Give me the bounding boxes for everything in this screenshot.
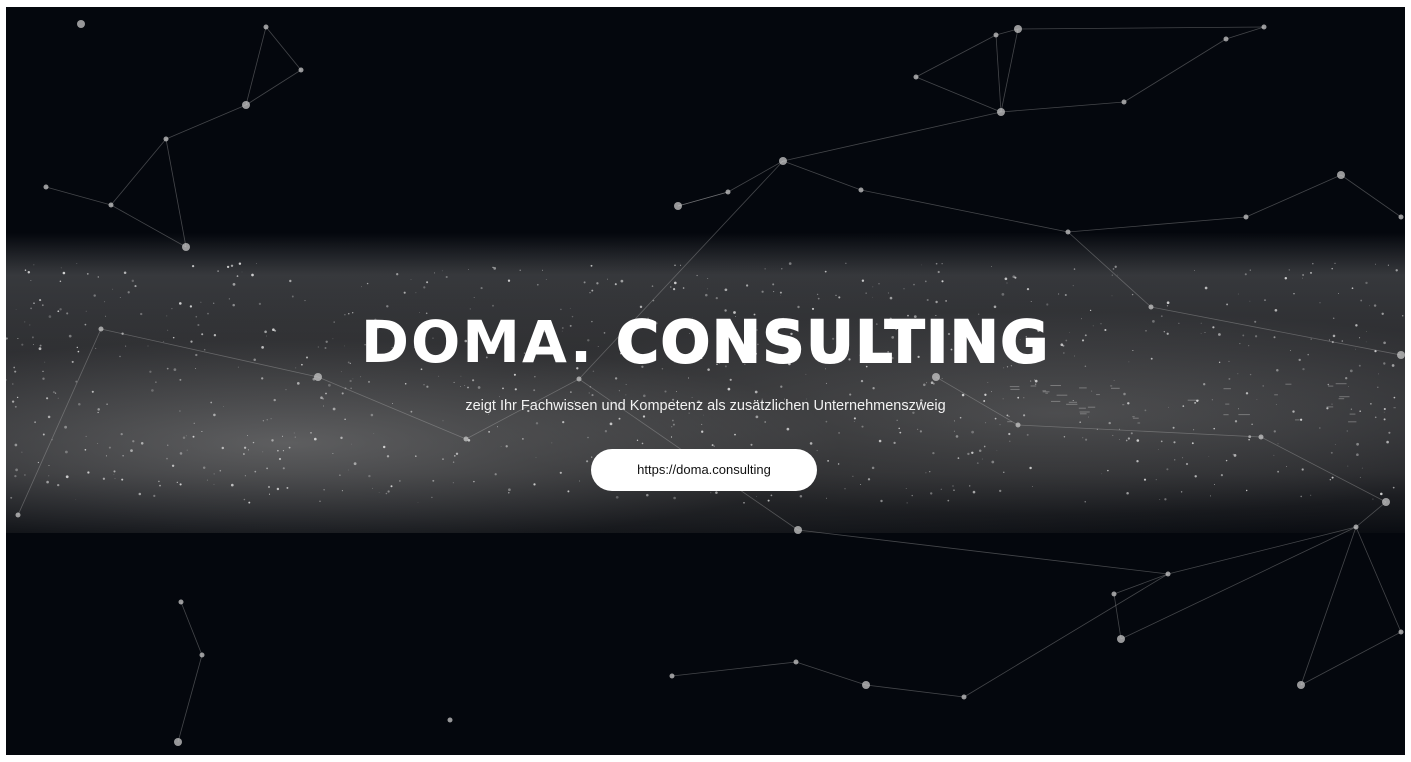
network-node	[1337, 171, 1345, 179]
network-line	[1000, 28, 1019, 113]
network-line	[1355, 526, 1402, 633]
network-line	[1113, 593, 1122, 640]
network-line	[782, 160, 862, 191]
network-line	[1260, 436, 1387, 503]
network-node	[1382, 498, 1390, 506]
network-line	[45, 186, 112, 206]
network-node	[725, 189, 731, 195]
network-line	[245, 69, 302, 106]
network-node	[793, 659, 799, 665]
network-node	[1117, 635, 1125, 643]
network-line	[1067, 216, 1247, 233]
network-node	[242, 101, 250, 109]
network-line	[677, 191, 729, 207]
network-node	[1165, 571, 1171, 577]
network-line	[1245, 174, 1342, 218]
network-line	[1120, 526, 1357, 640]
network-line	[865, 684, 965, 698]
network-node	[1258, 434, 1264, 440]
network-node	[1015, 422, 1021, 428]
network-node	[1398, 629, 1404, 635]
network-line	[1225, 26, 1265, 40]
network-node	[993, 32, 999, 38]
network-node	[794, 526, 802, 534]
network-node	[1223, 36, 1229, 42]
network-node	[862, 681, 870, 689]
network-line	[110, 204, 187, 248]
network-line	[245, 26, 267, 106]
network-line	[1113, 573, 1169, 595]
network-line	[110, 138, 167, 206]
network-line	[177, 654, 203, 743]
network-node	[43, 184, 49, 190]
network-line	[727, 160, 784, 193]
network-node	[108, 202, 114, 208]
network-line	[782, 111, 1002, 162]
tagline: zeigt Ihr Fachwissen und Kompetenz als z…	[465, 398, 946, 414]
network-line	[1355, 501, 1387, 528]
network-node	[1243, 214, 1249, 220]
network-node	[779, 157, 787, 165]
network-node	[913, 74, 919, 80]
network-line	[1017, 424, 1262, 438]
network-node	[77, 20, 85, 28]
network-line	[165, 104, 247, 140]
network-line	[797, 529, 1169, 575]
network-line	[1123, 38, 1227, 103]
network-node	[1398, 214, 1404, 220]
brand-title-consulting: CONSULTING	[615, 307, 1051, 377]
network-node	[447, 717, 453, 723]
network-node	[858, 187, 864, 193]
network-line	[1000, 101, 1125, 113]
network-line	[180, 601, 203, 656]
network-line	[995, 34, 1002, 113]
network-line	[915, 76, 1002, 113]
network-line	[860, 189, 1069, 233]
network-node	[576, 376, 582, 382]
network-node	[674, 202, 682, 210]
network-line	[1300, 526, 1357, 686]
brand-title-doma: DOMA.	[360, 308, 595, 376]
network-node	[1297, 681, 1305, 689]
network-node	[1014, 25, 1022, 33]
network-line	[915, 34, 997, 78]
network-node	[182, 243, 190, 251]
network-node	[298, 67, 304, 73]
network-line	[1167, 526, 1357, 575]
network-line	[963, 573, 1169, 698]
network-node	[199, 652, 205, 658]
network-node	[669, 673, 675, 679]
network-line	[1300, 631, 1402, 686]
network-constellation	[15, 20, 1405, 746]
network-line	[1067, 231, 1152, 308]
network-node	[1353, 524, 1359, 530]
network-node	[263, 24, 269, 30]
network-line	[1017, 26, 1265, 30]
hero-banner: DOMA. CONSULTING zeigt Ihr Fachwissen un…	[6, 7, 1405, 755]
network-node	[1111, 591, 1117, 597]
network-node	[174, 738, 182, 746]
network-node	[1261, 24, 1267, 30]
network-node	[1065, 229, 1071, 235]
website-link-button[interactable]: https://doma.consulting	[591, 449, 817, 491]
brand-title: DOMA. CONSULTING	[6, 307, 1405, 377]
network-line	[265, 26, 302, 71]
network-node	[163, 136, 169, 142]
network-line	[795, 661, 867, 686]
network-node	[1121, 99, 1127, 105]
network-node	[15, 512, 21, 518]
network-node	[961, 694, 967, 700]
network-line	[671, 661, 797, 677]
network-node	[463, 436, 469, 442]
network-line	[165, 138, 187, 248]
network-node	[178, 599, 184, 605]
network-node	[997, 108, 1005, 116]
network-line	[1340, 174, 1402, 218]
